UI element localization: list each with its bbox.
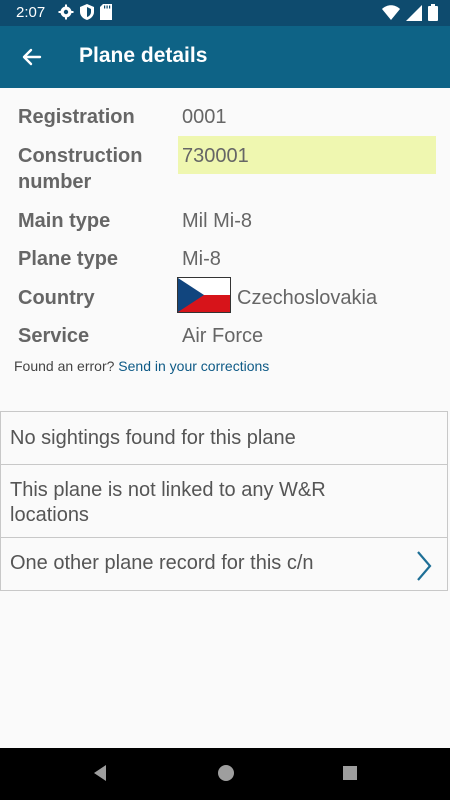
- construction-number-value: 730001: [182, 145, 249, 167]
- sightings-text: No sightings found for this plane: [10, 427, 296, 449]
- back-icon[interactable]: [90, 763, 110, 783]
- status-time: 2:07: [16, 4, 46, 21]
- wr-locations-text-line1: This plane is not linked to any W&R: [10, 479, 326, 501]
- page-title: Plane details: [79, 44, 208, 67]
- error-prompt-text: Found an error?: [14, 358, 115, 374]
- error-prompt: Found an error? Send in your corrections: [14, 358, 269, 374]
- czech-flag-icon: [177, 277, 231, 313]
- back-button[interactable]: [16, 41, 48, 73]
- battery-icon: [428, 4, 438, 21]
- app-bar: Plane details: [0, 26, 450, 88]
- signal-icon: [406, 4, 422, 21]
- wr-locations-text-line2: locations: [10, 504, 89, 526]
- other-records-text: One other plane record for this c/n: [10, 552, 314, 574]
- other-records-card[interactable]: One other plane record for this c/n: [0, 537, 448, 591]
- settings-icon: [58, 4, 74, 20]
- service-label: Service: [18, 325, 90, 347]
- navigation-bar: [0, 748, 450, 800]
- shield-icon: [80, 4, 94, 20]
- wifi-icon: [382, 4, 400, 20]
- registration-value: 0001: [182, 106, 227, 128]
- recents-icon[interactable]: [340, 763, 360, 783]
- home-icon[interactable]: [216, 763, 236, 783]
- back-arrow-icon: [22, 48, 42, 66]
- plane-type-label: Plane type: [18, 248, 119, 270]
- country-value: Czechoslovakia: [237, 287, 378, 309]
- construction-number-label-line2: number: [18, 171, 92, 193]
- construction-number-label-line1: Construction: [18, 145, 143, 167]
- sd-card-icon: [100, 4, 112, 20]
- send-corrections-link[interactable]: Send in your corrections: [118, 358, 269, 374]
- wr-locations-card: This plane is not linked to any W&R loca…: [0, 464, 448, 538]
- main-type-label: Main type: [18, 210, 111, 232]
- chevron-right-icon: [417, 551, 432, 581]
- sightings-card: No sightings found for this plane: [0, 411, 448, 465]
- registration-label: Registration: [18, 106, 135, 128]
- main-type-value: Mil Mi-8: [182, 210, 252, 232]
- status-bar: 2:07: [0, 0, 450, 26]
- plane-type-value: Mi-8: [182, 248, 221, 270]
- service-value: Air Force: [182, 325, 264, 347]
- country-label: Country: [18, 287, 95, 309]
